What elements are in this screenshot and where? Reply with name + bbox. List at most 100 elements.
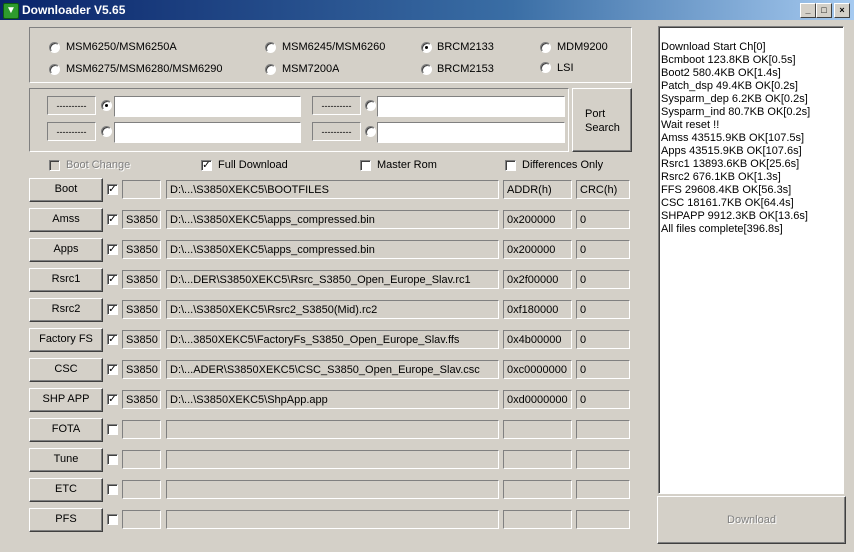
shp-app-path: D:\...\S3850XEKC5\ShpApp.app [166,390,499,409]
tune-button[interactable]: Tune [29,448,103,472]
tune-model [122,450,161,469]
port-status-1: ---------- [47,96,96,115]
chipset-radio-msm6245[interactable] [265,42,276,53]
rsrc1-button[interactable]: Rsrc1 [29,268,103,292]
csc-checkbox[interactable]: ✓ [107,364,118,375]
pfs-model [122,510,161,529]
port-field-2[interactable] [377,96,565,117]
etc-checkbox[interactable] [107,484,118,495]
fota-path [166,420,499,439]
rsrc2-model: S3850 [122,300,161,319]
minimize-button[interactable]: _ [800,3,816,18]
rsrc2-button[interactable]: Rsrc2 [29,298,103,322]
port-search-button[interactable]: Port Search [572,88,632,152]
log-line: Amss 43515.9KB OK[107.5s] [661,132,805,144]
factory-fs-addr: 0x4b00000 [503,330,572,349]
close-button[interactable]: × [834,3,850,18]
window-title: Downloader V5.65 [22,3,126,17]
factory-fs-button[interactable]: Factory FS [29,328,103,352]
port-field-4[interactable] [377,122,565,143]
fota-model [122,420,161,439]
log-line: SHPAPP 9912.3KB OK[13.6s] [661,210,808,222]
log-line: Boot2 580.4KB OK[1.4s] [661,67,781,79]
log-line: CSC 18161.7KB OK[64.4s] [661,197,794,209]
pfs-crc [576,510,630,529]
chipset-label-brcm2133: BRCM2133 [437,41,494,53]
apps-checkbox[interactable]: ✓ [107,244,118,255]
crc-header: CRC(h) [576,180,630,199]
chipset-label-msm6250: MSM6250/MSM6250A [66,41,177,53]
etc-crc [576,480,630,499]
boot-button[interactable]: Boot [29,178,103,202]
amss-checkbox[interactable]: ✓ [107,214,118,225]
boot-checkbox[interactable]: ✓ [107,184,118,195]
amss-model: S3850 [122,210,161,229]
chipset-label-msm7200a: MSM7200A [282,63,340,75]
fota-crc [576,420,630,439]
chipset-radio-msm7200a[interactable] [265,64,276,75]
port-status-4: ---------- [312,122,361,141]
chipset-radio-msm6250[interactable] [49,42,60,53]
csc-path: D:\...ADER\S3850XEKC5\CSC_S3850_Open_Eur… [166,360,499,379]
port-radio-4[interactable] [365,126,376,137]
rsrc2-crc: 0 [576,300,630,319]
port-field-3[interactable] [114,122,301,143]
amss-path: D:\...\S3850XEKC5\apps_compressed.bin [166,210,499,229]
etc-button[interactable]: ETC [29,478,103,502]
master-rom-checkbox[interactable] [360,160,371,171]
pfs-checkbox[interactable] [107,514,118,525]
port-radio-2[interactable] [365,100,376,111]
log-panel[interactable]: Download Start Ch[0] Bcmboot 123.8KB OK[… [658,26,844,494]
csc-crc: 0 [576,360,630,379]
full-download-checkbox[interactable]: ✓ [201,160,212,171]
rsrc1-crc: 0 [576,270,630,289]
port-radio-3[interactable] [101,126,112,137]
log-line: FFS 29608.4KB OK[56.3s] [661,184,792,196]
log-line: All files complete[396.8s] [661,223,783,235]
shp-app-model: S3850 [122,390,161,409]
amss-crc: 0 [576,210,630,229]
shp-app-checkbox[interactable]: ✓ [107,394,118,405]
port-status-3: ---------- [47,122,96,141]
chipset-label-lsi: LSI [557,62,574,74]
port-field-1[interactable] [114,96,301,117]
boot-change-label: Boot Change [66,159,131,171]
status-bar [0,546,854,552]
factory-fs-checkbox[interactable]: ✓ [107,334,118,345]
rsrc2-path: D:\...\S3850XEKC5\Rsrc2_S3850(Mid).rc2 [166,300,499,319]
etc-path [166,480,499,499]
apps-crc: 0 [576,240,630,259]
rsrc1-checkbox[interactable]: ✓ [107,274,118,285]
download-button[interactable]: Download [657,496,846,544]
apps-addr: 0x200000 [503,240,572,259]
differences-only-checkbox[interactable] [505,160,516,171]
chipset-radio-brcm2153[interactable] [421,64,432,75]
chipset-radio-mdm9200[interactable] [540,42,551,53]
log-line: Sysparm_dep 6.2KB OK[0.2s] [661,93,808,105]
port-radio-1[interactable] [101,100,112,111]
chipset-radio-brcm2133[interactable] [421,42,432,53]
amss-button[interactable]: Amss [29,208,103,232]
chipset-label-mdm9200: MDM9200 [557,41,608,53]
maximize-button[interactable]: □ [816,3,832,18]
pfs-button[interactable]: PFS [29,508,103,532]
csc-model: S3850 [122,360,161,379]
rsrc1-model: S3850 [122,270,161,289]
csc-addr: 0xc0000000 [503,360,572,379]
chipset-radio-msm6275[interactable] [49,64,60,75]
fota-checkbox[interactable] [107,424,118,435]
fota-button[interactable]: FOTA [29,418,103,442]
apps-button[interactable]: Apps [29,238,103,262]
rsrc2-checkbox[interactable]: ✓ [107,304,118,315]
log-line: Rsrc2 676.1KB OK[1.3s] [661,171,781,183]
chipset-label-msm6275: MSM6275/MSM6280/MSM6290 [66,63,222,75]
rsrc1-addr: 0x2f00000 [503,270,572,289]
chipset-radio-lsi[interactable] [540,62,551,73]
pfs-addr [503,510,572,529]
log-line: Sysparm_ind 80.7KB OK[0.2s] [661,106,811,118]
shp-app-button[interactable]: SHP APP [29,388,103,412]
etc-model [122,480,161,499]
csc-button[interactable]: CSC [29,358,103,382]
log-line: Rsrc1 13893.6KB OK[25.6s] [661,158,800,170]
tune-checkbox[interactable] [107,454,118,465]
